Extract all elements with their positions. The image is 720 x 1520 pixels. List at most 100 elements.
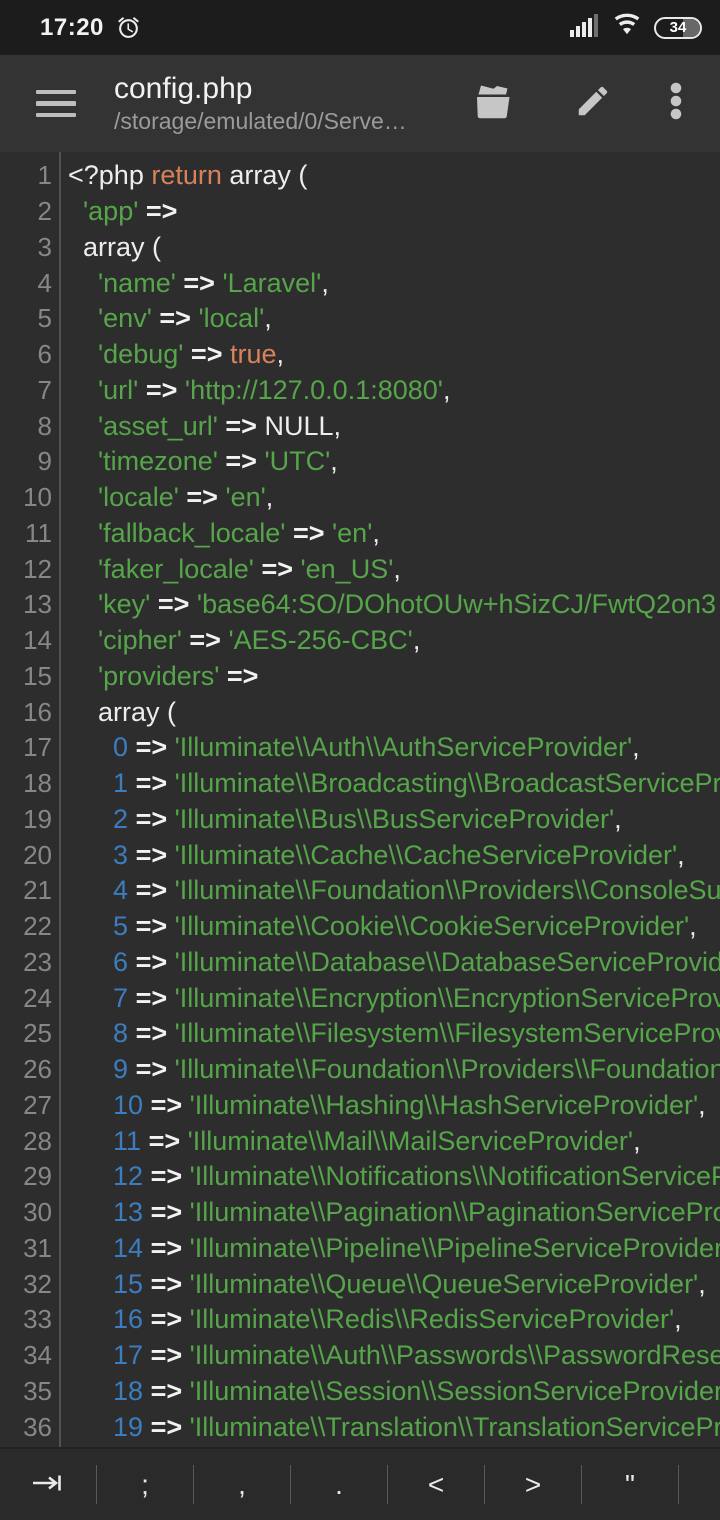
overflow-menu-icon: [670, 82, 682, 125]
code-text: array (: [68, 697, 720, 728]
code-text: 5 => 'Illuminate\\Cookie\\CookieServiceP…: [68, 911, 720, 942]
period-key[interactable]: .: [291, 1449, 387, 1520]
code-line[interactable]: 9 'timezone' => 'UTC',: [0, 444, 720, 480]
code-line[interactable]: 31 14 => 'Illuminate\\Pipeline\\Pipeline…: [0, 1231, 720, 1267]
code-line[interactable]: 6 'debug' => true,: [0, 337, 720, 373]
code-line[interactable]: 32 15 => 'Illuminate\\Queue\\QueueServic…: [0, 1266, 720, 1302]
code-line[interactable]: 27 10 => 'Illuminate\\Hashing\\HashServi…: [0, 1088, 720, 1124]
code-line[interactable]: 30 13 => 'Illuminate\\Pagination\\Pagina…: [0, 1195, 720, 1231]
battery-indicator: 34: [654, 17, 702, 39]
line-number: 32: [0, 1269, 52, 1300]
code-text: array (: [68, 232, 720, 263]
code-line[interactable]: 35 18 => 'Illuminate\\Session\\SessionSe…: [0, 1374, 720, 1410]
code-text: 'app' =>: [68, 196, 720, 227]
code-line[interactable]: 2 'app' =>: [0, 194, 720, 230]
code-text: 17 => 'Illuminate\\Auth\\Passwords\\Pass…: [68, 1340, 720, 1371]
edit-button[interactable]: [574, 82, 612, 125]
code-text: 'providers' =>: [68, 661, 720, 692]
line-number: 2: [0, 196, 52, 227]
code-line[interactable]: 10 'locale' => 'en',: [0, 480, 720, 516]
title-block: config.php /storage/emulated/0/Serve…: [114, 71, 407, 136]
status-bar: 17:20 34: [0, 0, 720, 55]
line-number: 16: [0, 697, 52, 728]
code-text: 'locale' => 'en',: [68, 482, 720, 513]
line-number: 6: [0, 339, 52, 370]
code-line[interactable]: 34 17 => 'Illuminate\\Auth\\Passwords\\P…: [0, 1338, 720, 1374]
code-line[interactable]: 21 4 => 'Illuminate\\Foundation\\Provide…: [0, 873, 720, 909]
comma-key[interactable]: ,: [194, 1449, 290, 1520]
code-line[interactable]: 5 'env' => 'local',: [0, 301, 720, 337]
key-filler: [679, 1449, 720, 1520]
code-line[interactable]: 11 'fallback_locale' => 'en',: [0, 516, 720, 552]
code-line[interactable]: 28 11 => 'Illuminate\\Mail\\MailServiceP…: [0, 1123, 720, 1159]
line-number: 33: [0, 1304, 52, 1335]
code-line[interactable]: 3 array (: [0, 230, 720, 266]
code-line[interactable]: 15 'providers' =>: [0, 659, 720, 695]
code-line[interactable]: 33 16 => 'Illuminate\\Redis\\RedisServic…: [0, 1302, 720, 1338]
overflow-menu-button[interactable]: [670, 82, 682, 125]
line-number: 18: [0, 768, 52, 799]
code-text: 'cipher' => 'AES-256-CBC',: [68, 625, 720, 656]
line-number: 29: [0, 1161, 52, 1192]
gutter-divider: [59, 152, 61, 1447]
line-number: 1: [0, 160, 52, 191]
line-number: 28: [0, 1126, 52, 1157]
symbol-key-bar: ;,.<>": [0, 1447, 720, 1520]
code-line[interactable]: 23 6 => 'Illuminate\\Database\\DatabaseS…: [0, 945, 720, 981]
code-text: 14 => 'Illuminate\\Pipeline\\PipelineSer…: [68, 1233, 720, 1264]
code-line[interactable]: 4 'name' => 'Laravel',: [0, 265, 720, 301]
open-folder-button[interactable]: [470, 81, 516, 126]
line-number: 17: [0, 732, 52, 763]
code-line[interactable]: 12 'faker_locale' => 'en_US',: [0, 551, 720, 587]
tab-key[interactable]: [0, 1449, 96, 1520]
line-number: 9: [0, 446, 52, 477]
line-number: 4: [0, 268, 52, 299]
code-line[interactable]: 1<?php return array (: [0, 158, 720, 194]
less-than-key[interactable]: <: [388, 1449, 484, 1520]
code-text: 9 => 'Illuminate\\Foundation\\Providers\…: [68, 1054, 720, 1085]
double-quote-key[interactable]: ": [582, 1449, 678, 1520]
code-line[interactable]: 8 'asset_url' => NULL,: [0, 408, 720, 444]
code-text: 11 => 'Illuminate\\Mail\\MailServiceProv…: [68, 1126, 720, 1157]
code-text: 13 => 'Illuminate\\Pagination\\Paginatio…: [68, 1197, 720, 1228]
code-text: 'asset_url' => NULL,: [68, 411, 720, 442]
semicolon-key[interactable]: ;: [97, 1449, 193, 1520]
code-line[interactable]: 14 'cipher' => 'AES-256-CBC',: [0, 623, 720, 659]
code-line[interactable]: 25 8 => 'Illuminate\\Filesystem\\Filesys…: [0, 1016, 720, 1052]
code-area[interactable]: 1<?php return array (2 'app' =>3 array (…: [0, 152, 720, 1447]
code-text: 'name' => 'Laravel',: [68, 268, 720, 299]
code-text: 19 => 'Illuminate\\Translation\\Translat…: [68, 1412, 720, 1443]
line-number: 11: [0, 518, 52, 549]
code-text: 7 => 'Illuminate\\Encryption\\Encryption…: [68, 983, 720, 1014]
code-line[interactable]: 26 9 => 'Illuminate\\Foundation\\Provide…: [0, 1052, 720, 1088]
line-number: 23: [0, 947, 52, 978]
code-line[interactable]: 36 19 => 'Illuminate\\Translation\\Trans…: [0, 1409, 720, 1445]
greater-than-key[interactable]: >: [485, 1449, 581, 1520]
edit-pencil-icon: [574, 82, 612, 125]
code-text: 6 => 'Illuminate\\Database\\DatabaseServ…: [68, 947, 720, 978]
code-text: 18 => 'Illuminate\\Session\\SessionServi…: [68, 1376, 720, 1407]
code-line[interactable]: 13 'key' => 'base64:SO/DOhotOUw+hSizCJ/F…: [0, 587, 720, 623]
code-line[interactable]: 20 3 => 'Illuminate\\Cache\\CacheService…: [0, 837, 720, 873]
code-text: 4 => 'Illuminate\\Foundation\\Providers\…: [68, 875, 720, 906]
line-number: 26: [0, 1054, 52, 1085]
line-number: 5: [0, 303, 52, 334]
code-line[interactable]: 19 2 => 'Illuminate\\Bus\\BusServiceProv…: [0, 802, 720, 838]
file-title: config.php: [114, 71, 407, 107]
code-text: 15 => 'Illuminate\\Queue\\QueueServicePr…: [68, 1269, 720, 1300]
code-text: 'debug' => true,: [68, 339, 720, 370]
line-number: 10: [0, 482, 52, 513]
code-line[interactable]: 16 array (: [0, 694, 720, 730]
line-number: 36: [0, 1412, 52, 1443]
battery-percent: 34: [670, 19, 687, 36]
code-line[interactable]: 17 0 => 'Illuminate\\Auth\\AuthServicePr…: [0, 730, 720, 766]
code-line[interactable]: 22 5 => 'Illuminate\\Cookie\\CookieServi…: [0, 909, 720, 945]
file-path: /storage/emulated/0/Serve…: [114, 107, 407, 136]
code-line[interactable]: 24 7 => 'Illuminate\\Encryption\\Encrypt…: [0, 980, 720, 1016]
menu-icon[interactable]: [36, 90, 76, 118]
code-line[interactable]: 29 12 => 'Illuminate\\Notifications\\Not…: [0, 1159, 720, 1195]
code-line[interactable]: 7 'url' => 'http://127.0.0.1:8080',: [0, 373, 720, 409]
code-text: 8 => 'Illuminate\\Filesystem\\Filesystem…: [68, 1018, 720, 1049]
code-line[interactable]: 18 1 => 'Illuminate\\Broadcasting\\Broad…: [0, 766, 720, 802]
line-number: 8: [0, 411, 52, 442]
